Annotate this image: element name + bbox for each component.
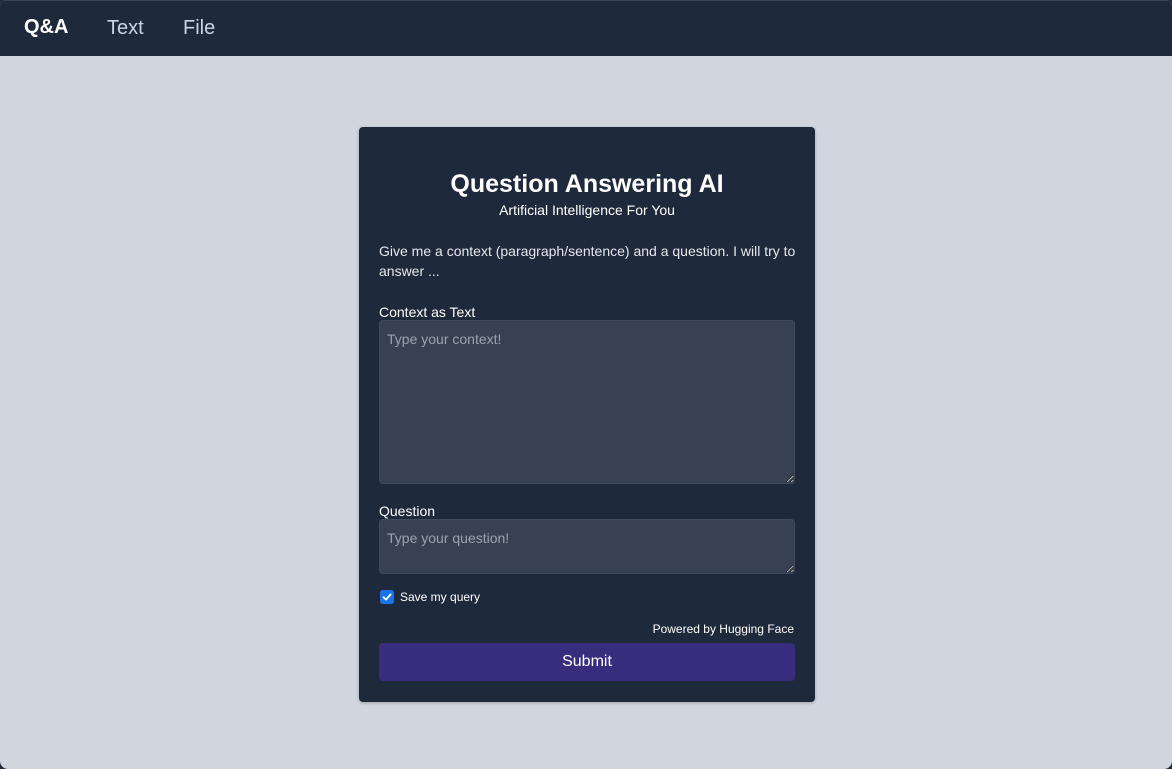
nav-link-text[interactable]: Text xyxy=(107,17,144,40)
context-label: Context as Text xyxy=(379,304,476,320)
browser-viewport: Q&A Text File Question Answering AI Arti… xyxy=(0,0,1172,769)
question-input[interactable] xyxy=(379,519,795,574)
qa-form-card: Question Answering AI Artificial Intelli… xyxy=(359,127,815,702)
nav-brand-qa[interactable]: Q&A xyxy=(24,16,68,39)
navbar: Q&A Text File xyxy=(0,0,1172,56)
question-label: Question xyxy=(379,503,436,519)
page-title: Question Answering AI xyxy=(450,170,724,198)
submit-button[interactable]: Submit xyxy=(379,643,795,681)
save-query-checkbox[interactable] xyxy=(380,590,394,604)
nav-link-file[interactable]: File xyxy=(183,17,215,40)
page-subtitle: Artificial Intelligence For You xyxy=(499,202,675,218)
save-query-label: Save my query xyxy=(400,590,481,604)
checkmark-icon xyxy=(382,593,392,601)
save-query-row[interactable]: Save my query xyxy=(380,590,480,604)
powered-by-text: Powered by Hugging Face xyxy=(652,622,794,636)
context-input[interactable] xyxy=(379,320,795,484)
description-text: Give me a context (paragraph/sentence) a… xyxy=(379,243,796,279)
